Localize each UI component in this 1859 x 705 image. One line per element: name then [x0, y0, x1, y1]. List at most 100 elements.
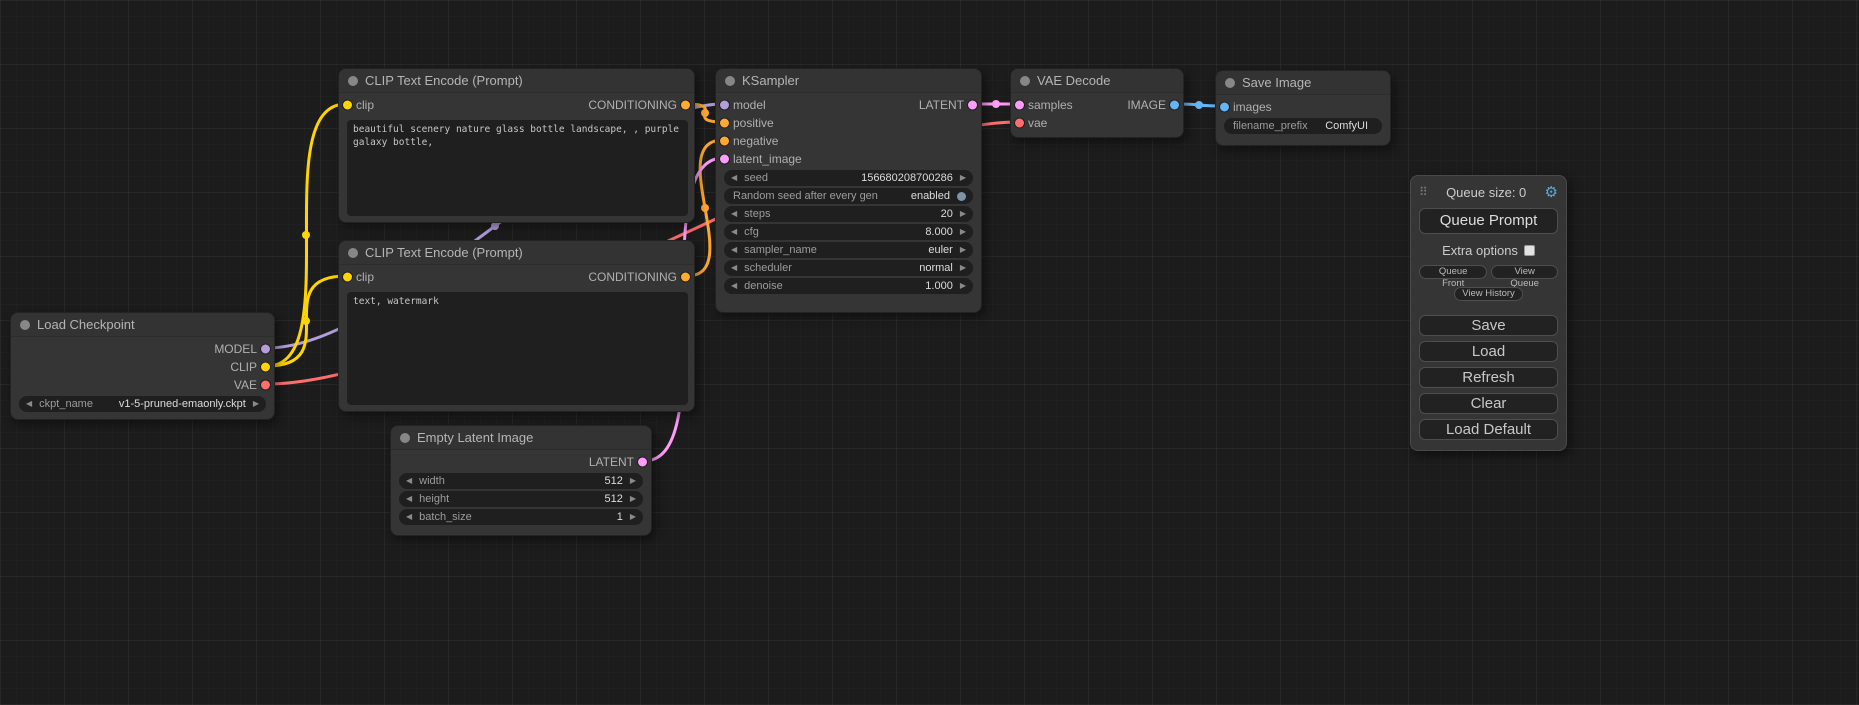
widget-steps[interactable]: ◀ steps 20 ▶: [724, 206, 973, 222]
decrement-arrow-icon[interactable]: ◀: [406, 513, 412, 521]
input-port-clip[interactable]: [343, 273, 352, 282]
node-clip-text-encode-negative[interactable]: CLIP Text Encode (Prompt) clip CONDITION…: [338, 240, 695, 412]
widget-value: enabled: [904, 190, 957, 202]
widget-control-after-generate[interactable]: Random seed after every gen enabled: [724, 188, 973, 204]
widget-value: 1.000: [918, 280, 960, 292]
increment-arrow-icon[interactable]: ▶: [630, 513, 636, 521]
input-port-negative[interactable]: [720, 137, 729, 146]
output-port-conditioning[interactable]: [681, 101, 690, 110]
node-title-bar[interactable]: Save Image: [1216, 71, 1390, 95]
queue-prompt-button[interactable]: Queue Prompt: [1419, 208, 1558, 234]
widget-cfg[interactable]: ◀ cfg 8.000 ▶: [724, 224, 973, 240]
node-load-checkpoint[interactable]: Load Checkpoint MODEL CLIP VAE ◀ ckpt_na…: [10, 312, 275, 420]
increment-arrow-icon[interactable]: ▶: [960, 210, 966, 218]
prompt-textarea[interactable]: beautiful scenery nature glass bottle la…: [347, 120, 688, 216]
output-port-vae[interactable]: [261, 381, 270, 390]
input-label-clip: clip: [356, 270, 374, 284]
input-label-samples: samples: [1028, 98, 1073, 112]
increment-arrow-icon[interactable]: ▶: [960, 174, 966, 182]
increment-arrow-icon[interactable]: ▶: [630, 477, 636, 485]
widget-filename-prefix[interactable]: filename_prefix ComfyUI: [1224, 118, 1382, 134]
node-title-bar[interactable]: Empty Latent Image: [391, 426, 651, 450]
decrement-arrow-icon[interactable]: ◀: [731, 246, 737, 254]
output-port-model[interactable]: [261, 345, 270, 354]
node-vae-decode[interactable]: VAE Decode samples IMAGE vae: [1010, 68, 1184, 138]
node-title-bar[interactable]: CLIP Text Encode (Prompt): [339, 69, 694, 93]
input-port-vae[interactable]: [1015, 119, 1024, 128]
clear-button[interactable]: Clear: [1419, 393, 1558, 414]
widget-name: ckpt_name: [39, 398, 93, 410]
widget-batch-size[interactable]: ◀ batch_size 1 ▶: [399, 509, 643, 525]
output-port-clip[interactable]: [261, 363, 270, 372]
increment-arrow-icon[interactable]: ▶: [630, 495, 636, 503]
prompt-textarea[interactable]: text, watermark: [347, 292, 688, 405]
input-port-positive[interactable]: [720, 119, 729, 128]
collapse-dot-icon[interactable]: [348, 76, 358, 86]
node-title-bar[interactable]: KSampler: [716, 69, 981, 93]
increment-arrow-icon[interactable]: ▶: [960, 282, 966, 290]
output-label-vae: VAE: [234, 378, 257, 392]
input-port-images[interactable]: [1220, 103, 1229, 112]
decrement-arrow-icon[interactable]: ◀: [731, 264, 737, 272]
load-default-button[interactable]: Load Default: [1419, 419, 1558, 440]
toggle-dot-icon[interactable]: [957, 192, 966, 201]
graph-canvas[interactable]: Load Checkpoint MODEL CLIP VAE ◀ ckpt_na…: [0, 0, 1859, 705]
widget-width[interactable]: ◀ width 512 ▶: [399, 473, 643, 489]
widget-denoise[interactable]: ◀ denoise 1.000 ▶: [724, 278, 973, 294]
load-button[interactable]: Load: [1419, 341, 1558, 362]
widget-name: denoise: [744, 280, 783, 292]
increment-arrow-icon[interactable]: ▶: [960, 246, 966, 254]
output-label-model: MODEL: [214, 342, 257, 356]
decrement-arrow-icon[interactable]: ◀: [406, 495, 412, 503]
decrement-arrow-icon[interactable]: ◀: [26, 400, 32, 408]
decrement-arrow-icon[interactable]: ◀: [731, 210, 737, 218]
collapse-dot-icon[interactable]: [20, 320, 30, 330]
node-clip-text-encode-positive[interactable]: CLIP Text Encode (Prompt) clip CONDITION…: [338, 68, 695, 223]
save-button[interactable]: Save: [1419, 315, 1558, 336]
increment-arrow-icon[interactable]: ▶: [960, 228, 966, 236]
output-port-conditioning[interactable]: [681, 273, 690, 282]
input-label-model: model: [733, 98, 766, 112]
widget-height[interactable]: ◀ height 512 ▶: [399, 491, 643, 507]
widget-scheduler[interactable]: ◀ scheduler normal ▶: [724, 260, 973, 276]
input-port-latent-image[interactable]: [720, 155, 729, 164]
refresh-button[interactable]: Refresh: [1419, 367, 1558, 388]
increment-arrow-icon[interactable]: ▶: [960, 264, 966, 272]
output-port-image[interactable]: [1170, 101, 1179, 110]
increment-arrow-icon[interactable]: ▶: [253, 400, 259, 408]
node-title-bar[interactable]: VAE Decode: [1011, 69, 1183, 93]
link-midpoint-dot: [1195, 101, 1203, 109]
node-title-bar[interactable]: Load Checkpoint: [11, 313, 274, 337]
extra-options-checkbox[interactable]: [1524, 245, 1535, 256]
decrement-arrow-icon[interactable]: ◀: [731, 282, 737, 290]
queue-front-button[interactable]: Queue Front: [1419, 265, 1487, 279]
decrement-arrow-icon[interactable]: ◀: [731, 174, 737, 182]
widget-seed[interactable]: ◀ seed 156680208700286 ▶: [724, 170, 973, 186]
widget-name: filename_prefix: [1233, 120, 1308, 132]
node-empty-latent-image[interactable]: Empty Latent Image LATENT ◀ width 512 ▶ …: [390, 425, 652, 536]
node-ksampler[interactable]: KSampler model LATENT positive negative …: [715, 68, 982, 313]
collapse-dot-icon[interactable]: [400, 433, 410, 443]
widget-value: normal: [912, 262, 960, 274]
collapse-dot-icon[interactable]: [1020, 76, 1030, 86]
input-port-samples[interactable]: [1015, 101, 1024, 110]
view-history-button[interactable]: View History: [1454, 287, 1523, 301]
settings-gear-icon[interactable]: ⚙: [1545, 185, 1558, 200]
input-port-clip[interactable]: [343, 101, 352, 110]
widget-sampler-name[interactable]: ◀ sampler_name euler ▶: [724, 242, 973, 258]
collapse-dot-icon[interactable]: [348, 248, 358, 258]
output-label-image: IMAGE: [1127, 98, 1166, 112]
node-save-image[interactable]: Save Image images filename_prefix ComfyU…: [1215, 70, 1391, 146]
decrement-arrow-icon[interactable]: ◀: [731, 228, 737, 236]
link-midpoint-dot: [701, 204, 709, 212]
decrement-arrow-icon[interactable]: ◀: [406, 477, 412, 485]
collapse-dot-icon[interactable]: [1225, 78, 1235, 88]
collapse-dot-icon[interactable]: [725, 76, 735, 86]
input-port-model[interactable]: [720, 101, 729, 110]
drag-handle-icon[interactable]: ⠿: [1419, 185, 1428, 199]
output-port-latent[interactable]: [968, 101, 977, 110]
node-title-bar[interactable]: CLIP Text Encode (Prompt): [339, 241, 694, 265]
view-queue-button[interactable]: View Queue: [1491, 265, 1558, 279]
widget-ckpt-name[interactable]: ◀ ckpt_name v1-5-pruned-emaonly.ckpt ▶: [19, 396, 266, 412]
output-port-latent[interactable]: [638, 458, 647, 467]
